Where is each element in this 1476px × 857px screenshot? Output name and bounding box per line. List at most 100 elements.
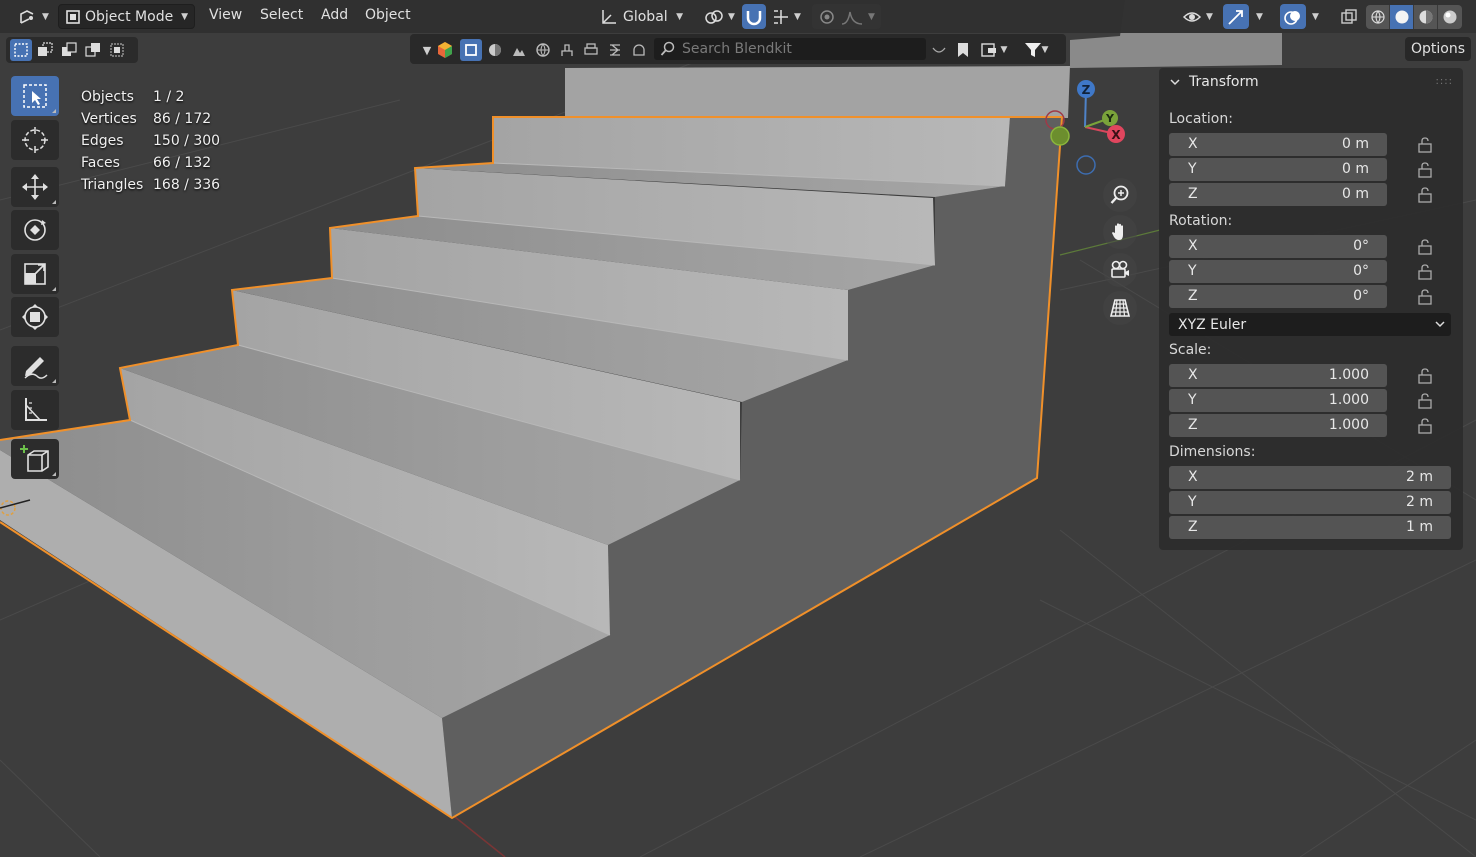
tool-cursor[interactable] (11, 120, 59, 160)
asset-type-nodegroups-button[interactable] (604, 39, 626, 61)
stat-label: Edges (81, 133, 124, 149)
proportional-editing-toggle[interactable]: ▼ (812, 4, 881, 29)
asset-type-materials-button[interactable] (484, 39, 506, 61)
editor-type-button[interactable]: ▼ (12, 4, 55, 29)
menu-object[interactable]: Object (365, 7, 411, 23)
field-value: 0 m (1342, 136, 1369, 152)
asset-type-hdri-button[interactable] (532, 39, 554, 61)
tool-add-cube[interactable] (11, 439, 59, 479)
asset-type-printable-button[interactable] (580, 39, 602, 61)
gizmo-z-label: Z (1082, 83, 1091, 97)
pan-view-button[interactable] (1103, 215, 1137, 249)
menu-add[interactable]: Add (321, 7, 348, 23)
location-y-field[interactable]: Y 0 m (1169, 158, 1387, 181)
gizmo-dropdown[interactable]: ▼ (1250, 4, 1269, 29)
asset-type-models-button[interactable] (460, 39, 482, 61)
tool-move[interactable] (11, 167, 59, 207)
shading-wireframe-button[interactable] (1366, 5, 1390, 29)
rotation-z-field[interactable]: Z 0° (1169, 285, 1387, 308)
lock-scale-x-icon[interactable] (1415, 367, 1435, 385)
blendkit-search-field[interactable] (654, 38, 926, 60)
perspective-toggle-button[interactable] (1103, 291, 1137, 325)
snap-toggle[interactable] (742, 4, 766, 29)
tool-select-box[interactable] (11, 76, 59, 116)
tool-scale[interactable] (11, 254, 59, 294)
asset-type-addons-button[interactable] (628, 39, 650, 61)
shading-solid-button[interactable] (1390, 5, 1414, 29)
asset-bar-icon (980, 43, 996, 57)
move-arrows-icon (22, 174, 48, 200)
gizmo-toggle[interactable] (1223, 4, 1249, 29)
measure-ruler-icon (25, 398, 47, 421)
blendkit-bookmarks-button[interactable] (952, 39, 974, 61)
lock-scale-z-icon[interactable] (1415, 417, 1435, 435)
asset-type-scenes-button[interactable] (508, 39, 530, 61)
snap-target-dropdown[interactable]: ▼ (766, 4, 807, 29)
staircase-mesh[interactable] (0, 116, 1064, 820)
shading-material-button[interactable] (1414, 5, 1438, 29)
lock-location-z-icon[interactable] (1415, 186, 1435, 204)
cube-icon (465, 44, 477, 56)
select-invert-button[interactable] (82, 39, 104, 61)
overlays-icon (1284, 10, 1300, 25)
lock-location-y-icon[interactable] (1415, 161, 1435, 179)
tool-rotate[interactable] (11, 210, 59, 250)
transform-orientation-dropdown[interactable]: Global ▼ (593, 4, 689, 29)
scale-z-field[interactable]: Z 1.000 (1169, 414, 1387, 437)
object-mode-dropdown[interactable]: Object Mode ▼ (58, 4, 195, 29)
add-cube-icon (20, 445, 49, 472)
blendkit-filter-dropdown[interactable]: ▼ (1018, 39, 1054, 61)
rotation-mode-dropdown[interactable]: XYZ Euler (1169, 313, 1451, 336)
pivot-point-dropdown[interactable]: ▼ (698, 4, 741, 29)
dimensions-z-field[interactable]: Z 1 m (1169, 516, 1451, 539)
menu-view[interactable]: View (209, 7, 242, 23)
tool-measure[interactable] (11, 390, 59, 430)
blendkit-clear-search-button[interactable] (928, 39, 950, 61)
lock-rotation-y-icon[interactable] (1415, 263, 1435, 281)
tool-transform[interactable] (11, 297, 59, 337)
lock-rotation-z-icon[interactable] (1415, 288, 1435, 306)
menu-select[interactable]: Select (260, 7, 303, 23)
scale-x-field[interactable]: X 1.000 (1169, 364, 1387, 387)
select-invert-icon (85, 43, 100, 57)
zoom-view-button[interactable] (1103, 178, 1137, 212)
shading-mode-switch[interactable] (1366, 5, 1462, 29)
blendkit-asset-bar-dropdown[interactable]: ▼ (976, 39, 1012, 61)
stat-value: 150 / 300 (153, 133, 221, 149)
stat-label: Faces (81, 155, 120, 171)
xray-toggle[interactable] (1334, 4, 1364, 29)
dimensions-y-field[interactable]: Y 2 m (1169, 491, 1451, 514)
asset-type-brushes-button[interactable] (556, 39, 578, 61)
location-z-field[interactable]: Z 0 m (1169, 183, 1387, 206)
camera-view-button[interactable] (1103, 253, 1137, 287)
visibility-dropdown[interactable]: ▼ (1176, 4, 1219, 29)
options-button[interactable]: Options (1405, 37, 1471, 61)
transform-panel-header[interactable]: Transform (1169, 74, 1259, 90)
blendkit-search-input[interactable] (682, 41, 912, 57)
object-mode-label: Object Mode (85, 8, 174, 25)
drag-grip-icon[interactable]: :::: (1436, 76, 1453, 87)
zoom-magnifier-icon (1110, 185, 1129, 204)
dimensions-x-field[interactable]: X 2 m (1169, 466, 1451, 489)
field-value: 2 m (1406, 494, 1433, 510)
shading-rendered-button[interactable] (1438, 5, 1462, 29)
tool-annotate[interactable] (11, 346, 59, 386)
lock-rotation-x-icon[interactable] (1415, 238, 1435, 256)
select-extend-button[interactable] (34, 39, 56, 61)
overlays-toggle[interactable] (1280, 4, 1306, 29)
location-x-field[interactable]: X 0 m (1169, 133, 1387, 156)
rotation-y-field[interactable]: Y 0° (1169, 260, 1387, 283)
selection-mode-buttons (6, 37, 138, 63)
overlays-dropdown[interactable]: ▼ (1306, 4, 1325, 29)
lock-scale-y-icon[interactable] (1415, 392, 1435, 410)
bookmark-icon (958, 43, 968, 57)
rotation-x-field[interactable]: X 0° (1169, 235, 1387, 258)
chevron-down-icon: ▼ (728, 11, 735, 22)
select-intersect-button[interactable] (106, 39, 128, 61)
select-subtract-button[interactable] (58, 39, 80, 61)
blendkit-logo-icon[interactable] (434, 39, 456, 61)
scale-y-field[interactable]: Y 1.000 (1169, 389, 1387, 412)
tool-options-corner-icon (52, 109, 56, 113)
select-new-button[interactable] (10, 39, 32, 61)
lock-location-x-icon[interactable] (1415, 136, 1435, 154)
